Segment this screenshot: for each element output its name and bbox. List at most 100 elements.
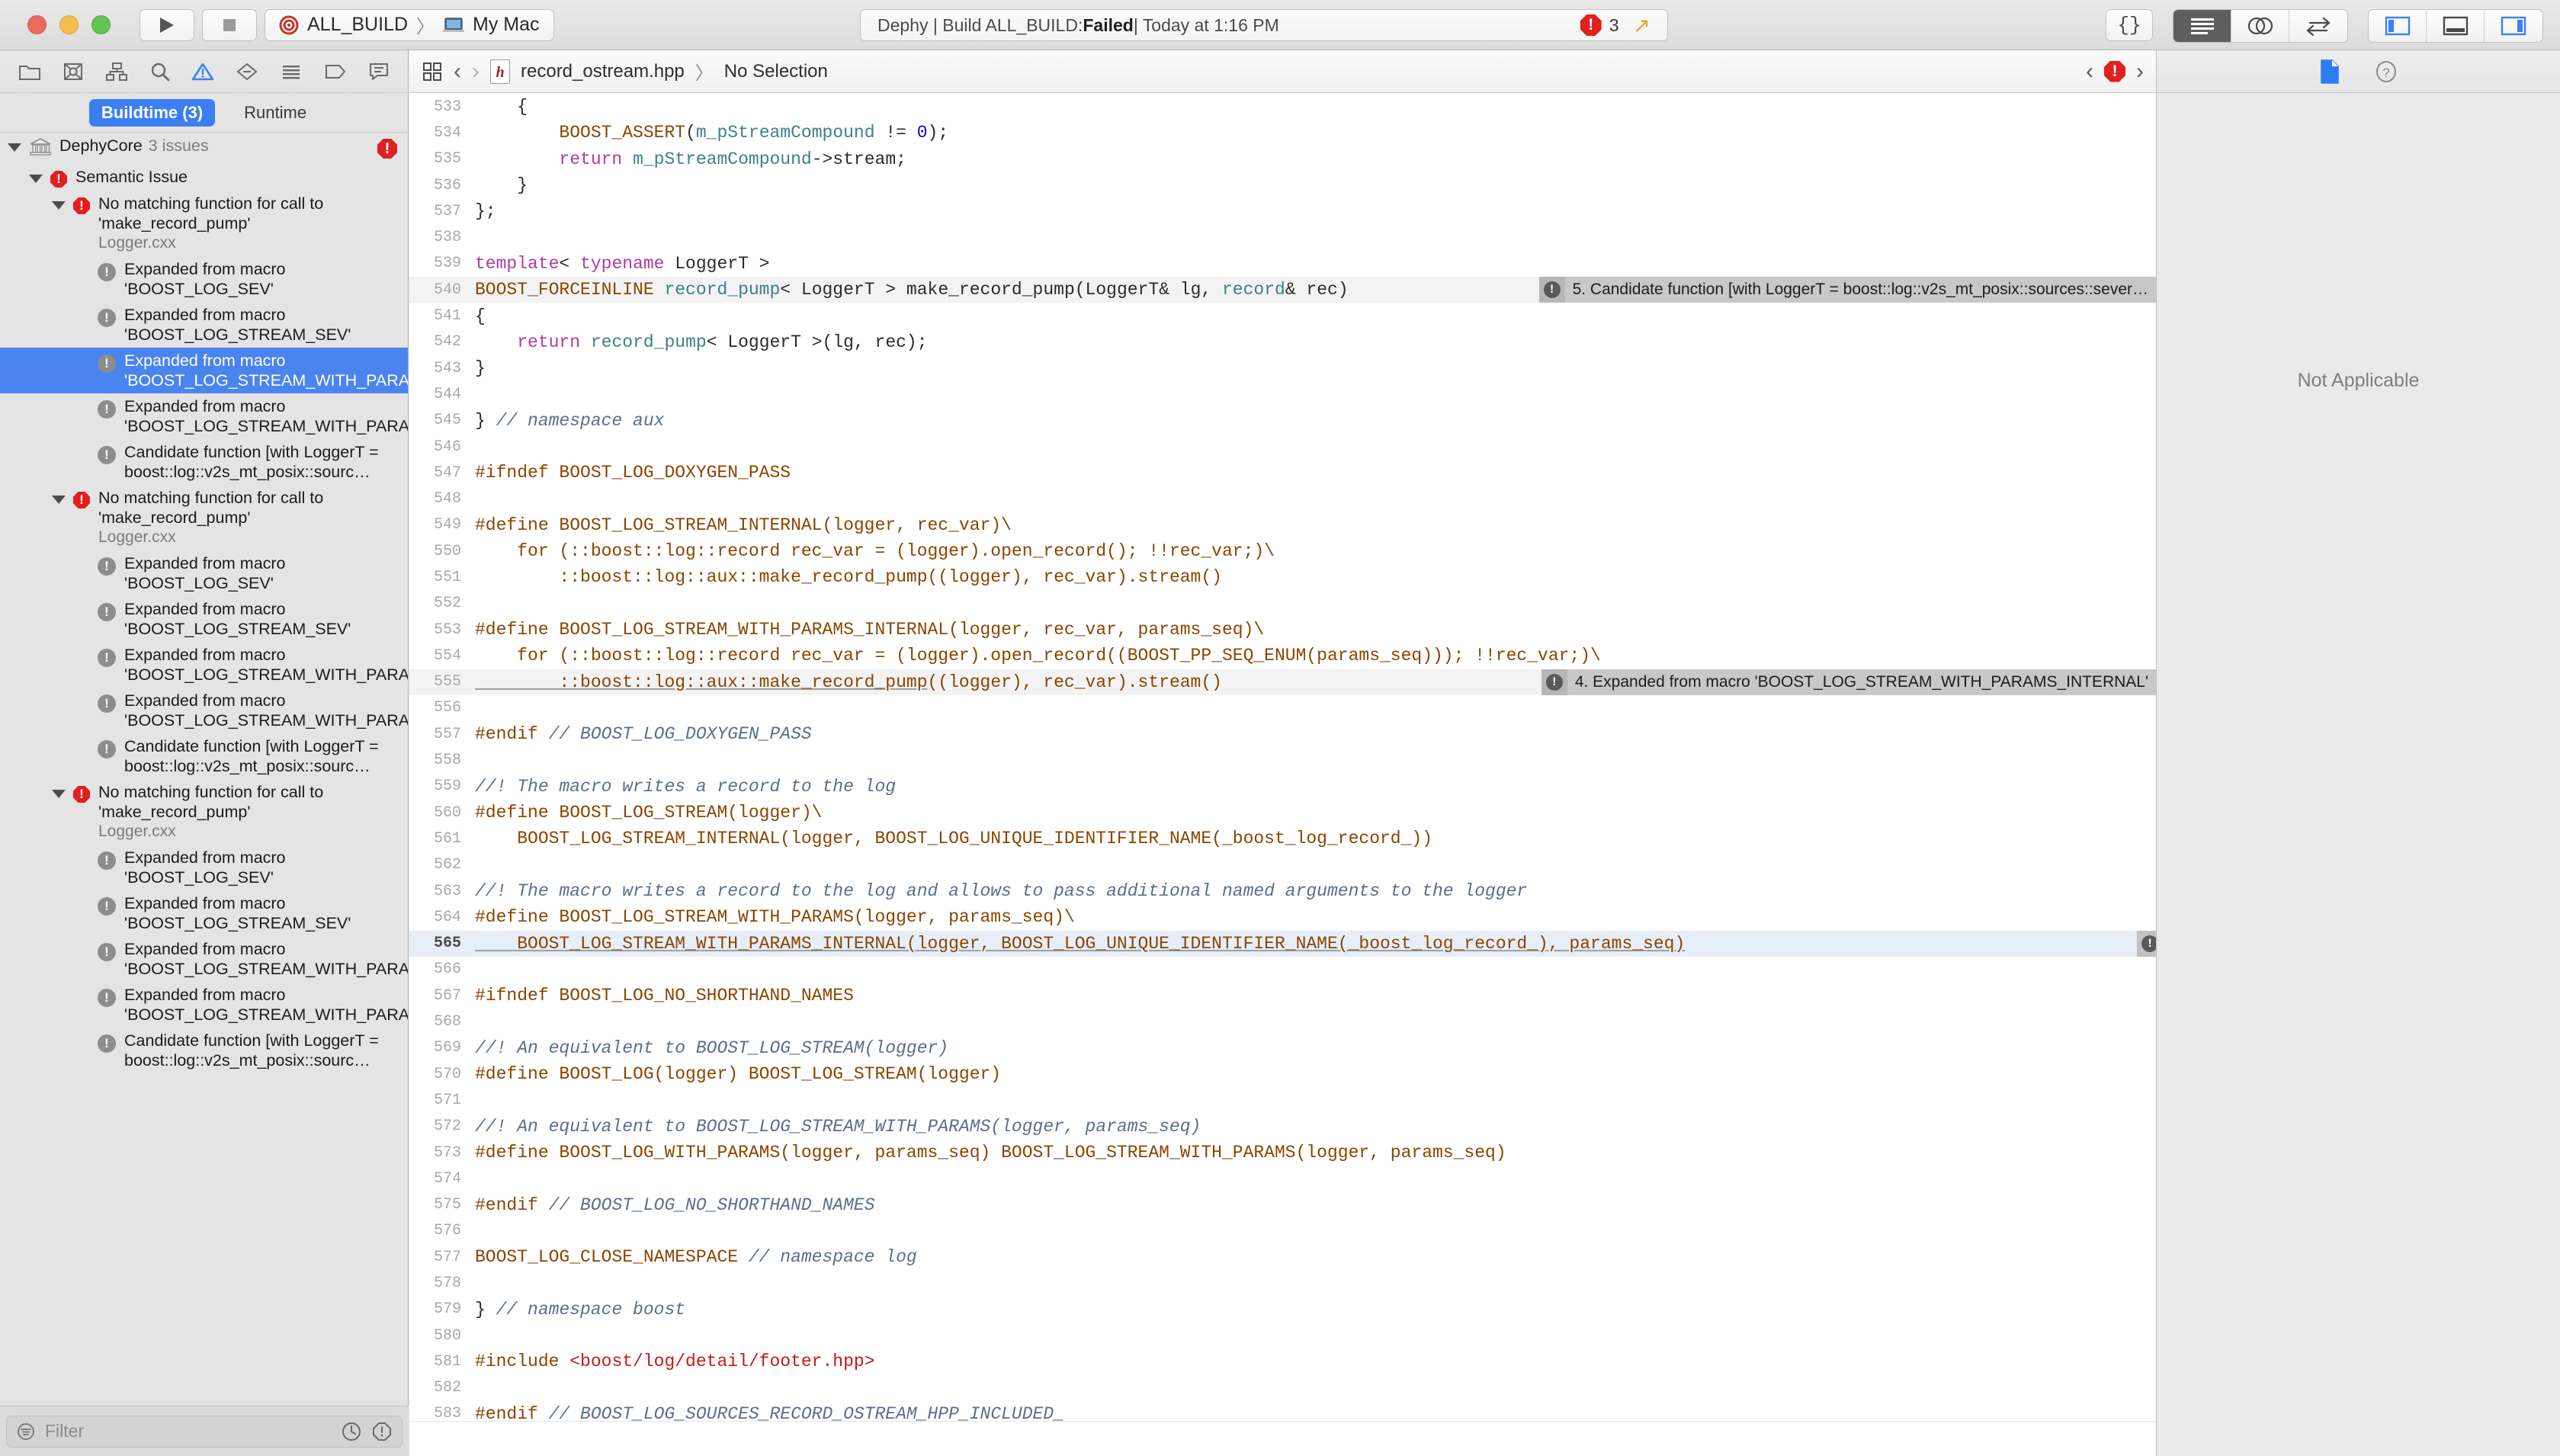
issue-tree-row[interactable]: !Expanded from macro 'BOOST_LOG_SEV' <box>0 550 408 596</box>
code-line[interactable]: 564#define BOOST_LOG_STREAM_WITH_PARAMS(… <box>409 904 2156 930</box>
code-line[interactable]: 553#define BOOST_LOG_STREAM_WITH_PARAMS_… <box>409 617 2156 643</box>
zoom-window-button[interactable] <box>91 15 111 34</box>
source-control-navigator-icon[interactable] <box>63 62 84 82</box>
issue-tree-row[interactable]: !Expanded from macro 'BOOST_LOG_STREAM_W… <box>0 936 408 982</box>
code-line[interactable]: 568 <box>409 1009 2156 1034</box>
code-line[interactable]: 546 <box>409 434 2156 460</box>
stop-button[interactable] <box>202 9 257 41</box>
editor-mode-segments[interactable] <box>2173 9 2348 43</box>
source-code-view[interactable]: 533 {534 BOOST_ASSERT(m_pStreamCompound … <box>409 94 2156 1456</box>
activity-status-bar[interactable]: Dephy | Build ALL_BUILD: Failed | Today … <box>860 9 1668 41</box>
report-navigator-icon[interactable] <box>368 62 390 82</box>
version-editor-button[interactable] <box>2289 10 2347 42</box>
code-line[interactable]: 575#endif // BOOST_LOG_NO_SHORTHAND_NAME… <box>409 1191 2156 1217</box>
code-line[interactable]: 552 <box>409 591 2156 617</box>
code-line[interactable]: 554 for (::boost::log::record rec_var = … <box>409 643 2156 669</box>
back-button[interactable]: ‹ <box>454 59 461 85</box>
code-line[interactable]: 569//! An equivalent to BOOST_LOG_STREAM… <box>409 1035 2156 1061</box>
project-navigator-icon[interactable] <box>18 62 41 82</box>
issue-tree-row[interactable]: !No matching function for call to 'make_… <box>0 191 408 256</box>
code-line[interactable]: 536 } <box>409 172 2156 198</box>
issue-tree-row[interactable]: !Expanded from macro 'BOOST_LOG_STREAM_W… <box>0 642 408 688</box>
code-line[interactable]: 540BOOST_FORCEINLINE record_pump< Logger… <box>409 277 2156 303</box>
issue-tree-row[interactable]: !Candidate function [with LoggerT = boos… <box>0 439 408 485</box>
recent-issues-icon[interactable] <box>341 1421 362 1442</box>
issue-tree-row[interactable]: !No matching function for call to 'make_… <box>0 485 408 550</box>
issue-scope-selector[interactable]: Buildtime (3) Runtime <box>0 93 408 133</box>
code-line[interactable]: 556 <box>409 695 2156 721</box>
issue-tree-row[interactable]: !Candidate function [with LoggerT = boos… <box>0 733 408 779</box>
inspector-tab-bar[interactable]: ? <box>2157 50 2560 93</box>
code-line[interactable]: 566 <box>409 957 2156 983</box>
disclosure-triangle-icon[interactable] <box>52 495 66 504</box>
previous-issue-button[interactable]: ‹ <box>2086 59 2093 85</box>
forward-button[interactable]: › <box>472 59 480 85</box>
code-line[interactable]: 557#endif // BOOST_LOG_DOXYGEN_PASS <box>409 721 2156 747</box>
toggle-navigator-button[interactable] <box>2369 10 2427 42</box>
code-line[interactable]: 547#ifndef BOOST_LOG_DOXYGEN_PASS <box>409 460 2156 486</box>
issue-marker-icon[interactable]: ! <box>2104 61 2125 82</box>
code-line[interactable]: 562 <box>409 852 2156 878</box>
filter-input[interactable]: Filter <box>6 1416 403 1448</box>
related-items-icon[interactable] <box>422 61 443 82</box>
code-line[interactable]: 578 <box>409 1270 2156 1296</box>
issue-tree-row[interactable]: !Expanded from macro 'BOOST_LOG_STREAM_W… <box>0 982 408 1028</box>
code-line[interactable]: 560#define BOOST_LOG_STREAM(logger)\ <box>409 800 2156 826</box>
issue-navigator-icon[interactable] <box>191 62 214 82</box>
code-line[interactable]: 561 BOOST_LOG_STREAM_INTERNAL(logger, BO… <box>409 826 2156 851</box>
issue-tree[interactable]: DephyCore3 issues!!Semantic Issue!No mat… <box>0 133 408 1406</box>
quick-help-inspector-icon[interactable]: ? <box>2374 59 2398 84</box>
issue-tree-row[interactable]: !No matching function for call to 'make_… <box>0 779 408 845</box>
window-controls[interactable] <box>27 15 111 34</box>
code-line[interactable]: 539template< typename LoggerT > <box>409 251 2156 277</box>
code-line[interactable]: 577BOOST_LOG_CLOSE_NAMESPACE // namespac… <box>409 1244 2156 1270</box>
code-line[interactable]: 582 <box>409 1375 2156 1401</box>
code-line[interactable]: 542 return record_pump< LoggerT >(lg, re… <box>409 329 2156 355</box>
disclosure-triangle-icon[interactable] <box>52 790 66 798</box>
scope-buildtime-button[interactable]: Buildtime (3) <box>89 99 215 127</box>
code-line[interactable]: 541{ <box>409 303 2156 329</box>
disclosure-triangle-icon[interactable] <box>52 201 66 210</box>
assistant-editor-button[interactable] <box>2231 10 2289 42</box>
disclosure-triangle-icon[interactable] <box>29 175 43 183</box>
scope-runtime-button[interactable]: Runtime <box>232 99 319 127</box>
code-line[interactable]: 543} <box>409 355 2156 381</box>
symbol-navigator-icon[interactable] <box>105 62 128 82</box>
issue-tree-row[interactable]: !Expanded from macro 'BOOST_LOG_STREAM_S… <box>0 890 408 936</box>
find-navigator-icon[interactable] <box>149 62 171 82</box>
issue-tree-row[interactable]: !Expanded from macro 'BOOST_LOG_STREAM_W… <box>0 393 408 439</box>
inline-issue-annotation[interactable]: !4. Expanded from macro 'BOOST_LOG_STREA… <box>1541 669 2156 695</box>
run-button[interactable] <box>140 9 194 41</box>
code-line[interactable]: 563//! The macro writes a record to the … <box>409 878 2156 904</box>
minimize-window-button[interactable] <box>59 15 79 34</box>
scheme-destination-chooser[interactable]: ALL_BUILD 〉 My Mac <box>265 9 554 41</box>
code-line[interactable]: 544 <box>409 381 2156 407</box>
issue-tree-row[interactable]: !Semantic Issue <box>0 164 408 191</box>
code-line[interactable]: 571 <box>409 1087 2156 1113</box>
standard-editor-button[interactable] <box>2173 10 2231 42</box>
jump-bar[interactable]: ‹ › h record_ostream.hpp 〉 No Selection … <box>409 50 2156 93</box>
inline-issue-annotation[interactable]: !3. Expanded from macro 'BOOST_L… <box>2137 931 2156 957</box>
next-issue-button[interactable]: › <box>2136 59 2144 85</box>
issue-tree-row[interactable]: !Expanded from macro 'BOOST_LOG_STREAM_S… <box>0 302 408 348</box>
issue-tree-row[interactable]: !Expanded from macro 'BOOST_LOG_SEV' <box>0 256 408 302</box>
code-line[interactable]: 573#define BOOST_LOG_WITH_PARAMS(logger,… <box>409 1140 2156 1166</box>
code-line[interactable]: 580 <box>409 1323 2156 1349</box>
code-line[interactable]: 572//! An equivalent to BOOST_LOG_STREAM… <box>409 1114 2156 1140</box>
code-line[interactable]: 533 { <box>409 94 2156 120</box>
code-line[interactable]: 565 BOOST_LOG_STREAM_WITH_PARAMS_INTERNA… <box>409 931 2156 957</box>
issue-tree-row[interactable]: !Expanded from macro 'BOOST_LOG_STREAM_W… <box>0 348 408 393</box>
code-line[interactable]: 534 BOOST_ASSERT(m_pStreamCompound != 0)… <box>409 120 2156 146</box>
code-line[interactable]: 574 <box>409 1166 2156 1191</box>
issue-tree-row[interactable]: !Candidate function [with LoggerT = boos… <box>0 1028 408 1073</box>
toggle-inspector-button[interactable] <box>2485 10 2542 42</box>
code-line[interactable]: 570#define BOOST_LOG(logger) BOOST_LOG_S… <box>409 1061 2156 1087</box>
code-line[interactable]: 538 <box>409 224 2156 250</box>
code-line[interactable]: 537}; <box>409 198 2156 224</box>
code-line[interactable]: 581#include <boost/log/detail/footer.hpp… <box>409 1349 2156 1374</box>
library-button[interactable]: {} <box>2106 9 2153 41</box>
code-line[interactable]: 545} // namespace aux <box>409 408 2156 434</box>
file-inspector-icon[interactable] <box>2319 59 2340 85</box>
debug-navigator-icon[interactable] <box>280 62 303 82</box>
code-line[interactable]: 548 <box>409 486 2156 512</box>
